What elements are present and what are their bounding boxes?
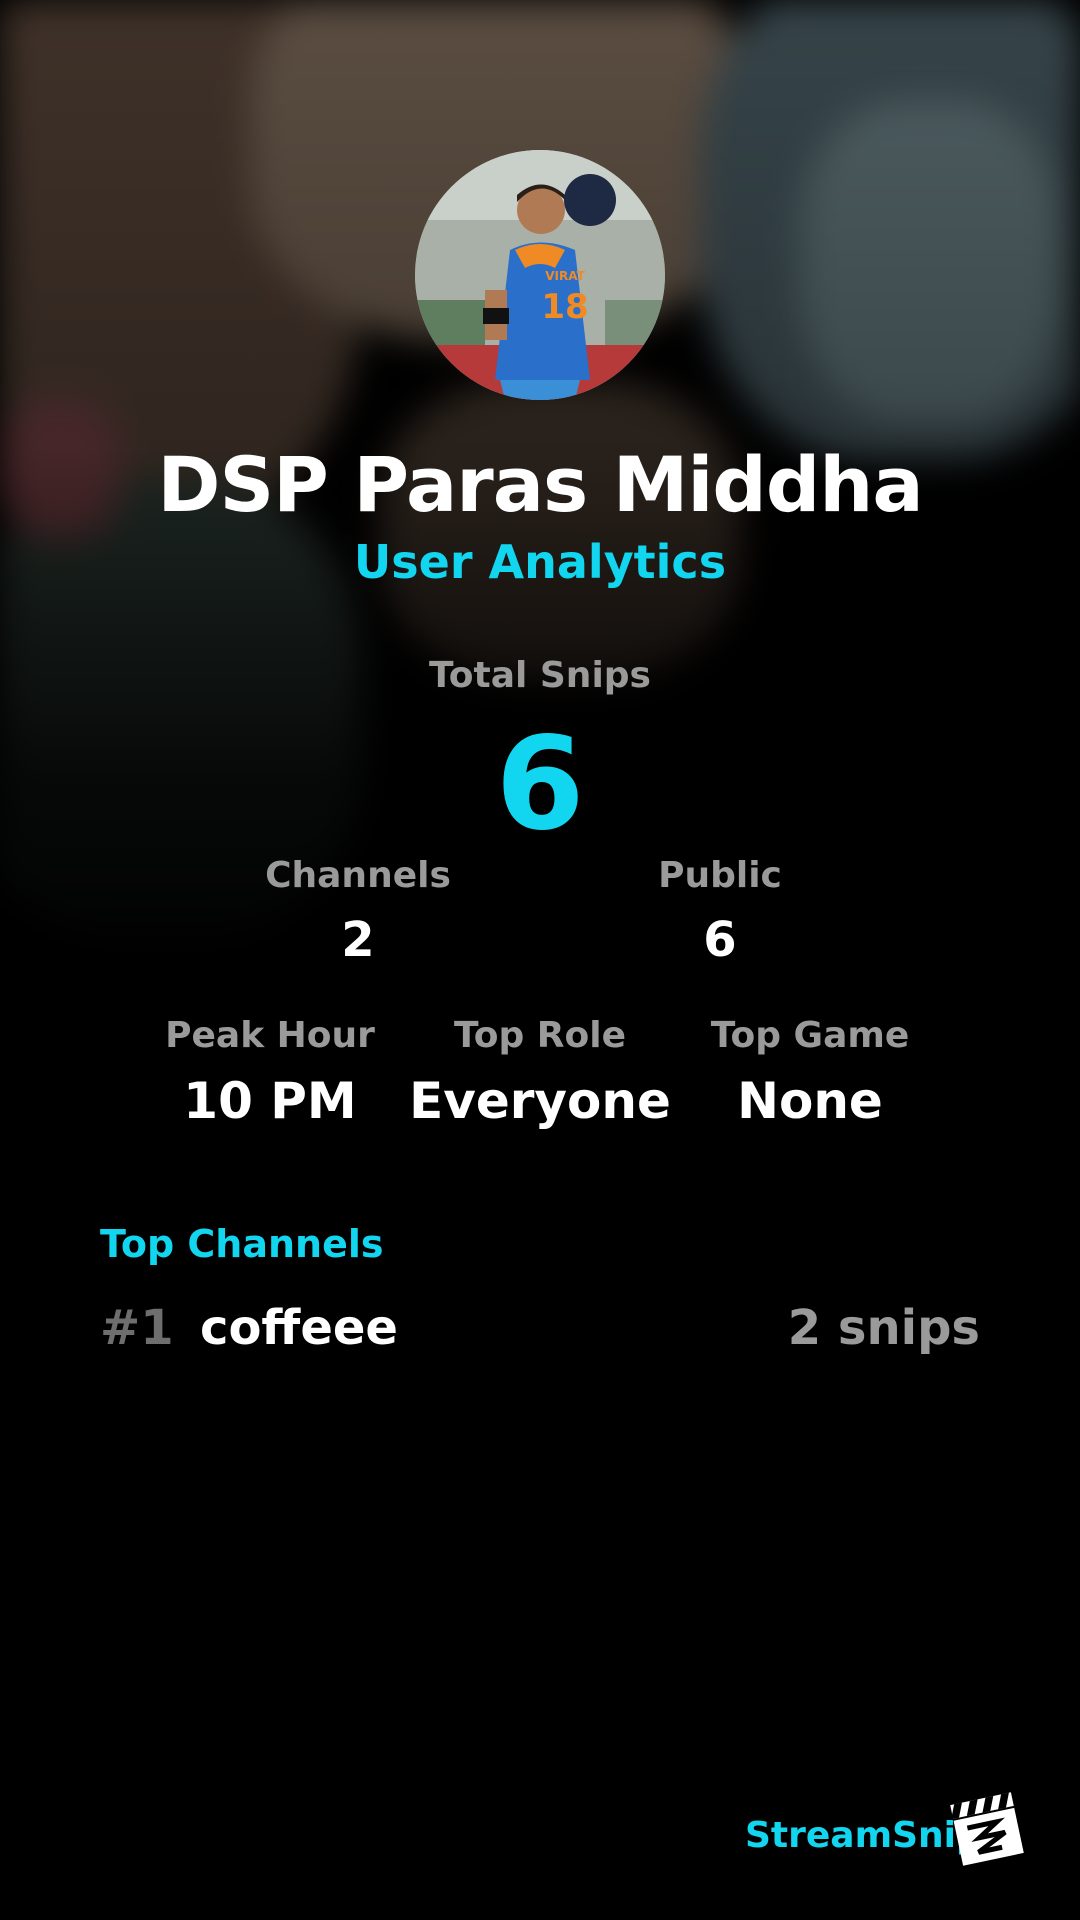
analytics-card: VIRAT 18 DSP Paras Middha User Analytics… [0, 0, 1080, 1920]
top-channels-title: Top Channels [100, 1222, 384, 1266]
peak-hour-label: Peak Hour [165, 1015, 375, 1056]
page-subtitle: User Analytics [353, 535, 727, 589]
top-role-value: Everyone [409, 1072, 671, 1130]
jersey-number: 18 [541, 287, 588, 327]
top-role-label: Top Role [453, 1015, 627, 1056]
channel-name: coffeee [200, 1300, 398, 1356]
user-name: DSP Paras Middha [157, 440, 923, 529]
public-label: Public [658, 855, 782, 896]
total-snips-value: 6 [495, 710, 585, 859]
jersey-name: VIRAT [545, 269, 585, 283]
top-game-value: None [737, 1072, 883, 1130]
channel-snip-count: 2 snips [787, 1300, 980, 1356]
public-value: 6 [703, 912, 737, 968]
brand-name: StreamSnip [745, 1815, 982, 1856]
avatar: VIRAT 18 [415, 150, 665, 400]
peak-hour-value: 10 PM [183, 1072, 357, 1130]
channels-label: Channels [265, 855, 451, 896]
total-snips-label: Total Snips [429, 655, 651, 696]
channels-value: 2 [341, 912, 375, 968]
channel-rank: #1 [100, 1300, 174, 1356]
top-game-label: Top Game [710, 1015, 910, 1056]
list-item: #1 coffeee 2 snips [100, 1300, 980, 1370]
clapperboard-icon [948, 1790, 1026, 1868]
